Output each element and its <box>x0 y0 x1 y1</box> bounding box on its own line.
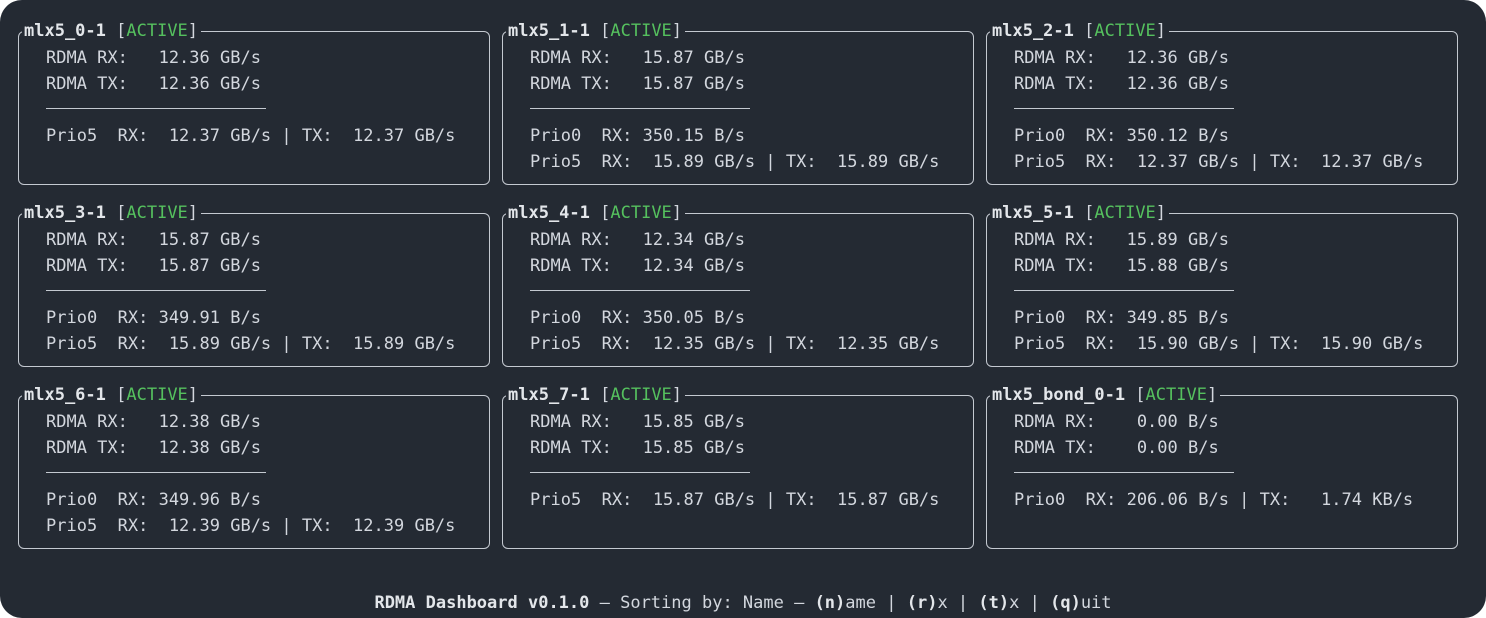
device-panel-mlx5_2-1: mlx5_2-1 [ACTIVE] RDMA RX: 12.36 GB/s RD… <box>986 21 1458 185</box>
sort-name-shortcut[interactable]: (n)ame <box>815 593 876 613</box>
status-bar: RDMA Dashboard v0.1.0 – Sorting by: Name… <box>0 593 1486 613</box>
quit-shortcut[interactable]: (q)uit <box>1050 593 1111 613</box>
status-badge: ACTIVE <box>1145 385 1207 405</box>
prio-line: Prio5 RX: 12.39 GB/s | TX: 12.39 GB/s <box>46 516 456 536</box>
shortcut-key: (r) <box>906 593 938 613</box>
shortcut-label: ame <box>845 593 876 613</box>
rdma-tx-line: RDMA TX: 12.38 GB/s <box>46 438 261 458</box>
separator: | <box>947 593 979 613</box>
divider <box>1014 290 1234 291</box>
rdma-rx-line: RDMA RX: 12.36 GB/s <box>1014 48 1229 68</box>
panel-title: mlx5_5-1 [ACTIVE] <box>990 203 1170 223</box>
rdma-tx-line: RDMA TX: 15.87 GB/s <box>46 256 261 276</box>
device-panel-mlx5_7-1: mlx5_7-1 [ACTIVE] RDMA RX: 15.85 GB/s RD… <box>502 385 974 549</box>
device-name: mlx5_0-1 <box>24 21 106 41</box>
prio-line: Prio5 RX: 12.37 GB/s | TX: 12.37 GB/s <box>46 126 456 146</box>
device-name: mlx5_6-1 <box>24 385 106 405</box>
shortcut-label: x <box>937 593 948 613</box>
rdma-tx-line: RDMA TX: 0.00 B/s <box>1014 438 1219 458</box>
rdma-tx-line: RDMA TX: 12.36 GB/s <box>1014 74 1229 94</box>
prio-line: Prio5 RX: 12.37 GB/s | TX: 12.37 GB/s <box>1014 152 1424 172</box>
rdma-tx-line: RDMA TX: 12.36 GB/s <box>46 74 261 94</box>
prio-line: Prio5 RX: 12.35 GB/s | TX: 12.35 GB/s <box>530 334 940 354</box>
rdma-rx-line: RDMA RX: 15.87 GB/s <box>530 48 745 68</box>
device-panel-mlx5_6-1: mlx5_6-1 [ACTIVE] RDMA RX: 12.38 GB/s RD… <box>18 385 490 549</box>
device-panel-mlx5_bond_0-1: mlx5_bond_0-1 [ACTIVE] RDMA RX: 0.00 B/s… <box>986 385 1458 549</box>
divider <box>1014 472 1234 473</box>
rdma-tx-line: RDMA TX: 15.85 GB/s <box>530 438 745 458</box>
status-badge: ACTIVE <box>126 385 188 405</box>
status-badge: ACTIVE <box>126 21 188 41</box>
device-name: mlx5_2-1 <box>992 21 1074 41</box>
rdma-rx-line: RDMA RX: 12.34 GB/s <box>530 230 745 250</box>
divider <box>530 108 750 109</box>
rdma-tx-line: RDMA TX: 15.87 GB/s <box>530 74 745 94</box>
panel-title: mlx5_0-1 [ACTIVE] <box>22 21 202 41</box>
divider <box>46 108 266 109</box>
prio-line: Prio0 RX: 350.12 B/s <box>1014 126 1229 146</box>
sort-status: – Sorting by: Name – <box>589 593 815 613</box>
device-panel-mlx5_4-1: mlx5_4-1 [ACTIVE] RDMA RX: 12.34 GB/s RD… <box>502 203 974 367</box>
shortcut-key: (n) <box>814 593 846 613</box>
device-name: mlx5_3-1 <box>24 203 106 223</box>
device-name: mlx5_1-1 <box>508 21 590 41</box>
divider <box>530 290 750 291</box>
device-panel-mlx5_1-1: mlx5_1-1 [ACTIVE] RDMA RX: 15.87 GB/s RD… <box>502 21 974 185</box>
prio-line: Prio5 RX: 15.89 GB/s | TX: 15.89 GB/s <box>530 152 940 172</box>
app-title: RDMA Dashboard v0.1.0 <box>374 593 590 613</box>
panel-title: mlx5_6-1 [ACTIVE] <box>22 385 202 405</box>
prio-line: Prio5 RX: 15.90 GB/s | TX: 15.90 GB/s <box>1014 334 1424 354</box>
rdma-rx-line: RDMA RX: 15.87 GB/s <box>46 230 261 250</box>
rdma-rx-line: RDMA RX: 0.00 B/s <box>1014 412 1219 432</box>
prio-line: Prio0 RX: 350.15 B/s <box>530 126 745 146</box>
rdma-tx-line: RDMA TX: 12.34 GB/s <box>530 256 745 276</box>
panel-title: mlx5_1-1 [ACTIVE] <box>506 21 686 41</box>
separator: | <box>876 593 907 613</box>
prio-line: Prio5 RX: 15.87 GB/s | TX: 15.87 GB/s <box>530 490 940 510</box>
prio-line: Prio0 RX: 206.06 B/s | TX: 1.74 KB/s <box>1014 490 1414 510</box>
panel-title: mlx5_bond_0-1 [ACTIVE] <box>990 385 1221 405</box>
divider <box>46 290 266 291</box>
divider <box>1014 108 1234 109</box>
device-name: mlx5_bond_0-1 <box>992 385 1126 405</box>
status-badge: ACTIVE <box>126 203 188 223</box>
device-panel-mlx5_3-1: mlx5_3-1 [ACTIVE] RDMA RX: 15.87 GB/s RD… <box>18 203 490 367</box>
prio-line: Prio0 RX: 349.85 B/s <box>1014 308 1229 328</box>
terminal-window: mlx5_0-1 [ACTIVE] RDMA RX: 12.36 GB/s RD… <box>0 0 1486 618</box>
status-badge: ACTIVE <box>610 385 672 405</box>
panel-title: mlx5_7-1 [ACTIVE] <box>506 385 686 405</box>
panel-title: mlx5_2-1 [ACTIVE] <box>990 21 1170 41</box>
divider <box>46 472 266 473</box>
device-name: mlx5_4-1 <box>508 203 590 223</box>
status-badge: ACTIVE <box>1094 21 1156 41</box>
shortcut-key: (q) <box>1050 593 1081 613</box>
shortcut-label: uit <box>1080 593 1112 613</box>
rdma-rx-line: RDMA RX: 12.38 GB/s <box>46 412 261 432</box>
sort-tx-shortcut[interactable]: (t)x <box>978 593 1019 613</box>
prio-line: Prio0 RX: 349.91 B/s <box>46 308 261 328</box>
divider <box>530 472 750 473</box>
rdma-rx-line: RDMA RX: 15.85 GB/s <box>530 412 745 432</box>
status-badge: ACTIVE <box>610 203 672 223</box>
shortcut-label: x <box>1009 593 1020 613</box>
separator: | <box>1019 593 1051 613</box>
prio-line: Prio0 RX: 349.96 B/s <box>46 490 261 510</box>
prio-line: Prio5 RX: 15.89 GB/s | TX: 15.89 GB/s <box>46 334 456 354</box>
shortcut-key: (t) <box>978 593 1010 613</box>
sort-rx-shortcut[interactable]: (r)x <box>907 593 948 613</box>
rdma-rx-line: RDMA RX: 15.89 GB/s <box>1014 230 1229 250</box>
device-name: mlx5_7-1 <box>508 385 590 405</box>
device-name: mlx5_5-1 <box>992 203 1074 223</box>
panel-title: mlx5_4-1 [ACTIVE] <box>506 203 686 223</box>
device-panel-mlx5_0-1: mlx5_0-1 [ACTIVE] RDMA RX: 12.36 GB/s RD… <box>18 21 490 185</box>
panel-title: mlx5_3-1 [ACTIVE] <box>22 203 202 223</box>
rdma-tx-line: RDMA TX: 15.88 GB/s <box>1014 256 1229 276</box>
prio-line: Prio0 RX: 350.05 B/s <box>530 308 745 328</box>
status-badge: ACTIVE <box>1094 203 1156 223</box>
rdma-rx-line: RDMA RX: 12.36 GB/s <box>46 48 261 68</box>
status-badge: ACTIVE <box>610 21 672 41</box>
device-panel-mlx5_5-1: mlx5_5-1 [ACTIVE] RDMA RX: 15.89 GB/s RD… <box>986 203 1458 367</box>
